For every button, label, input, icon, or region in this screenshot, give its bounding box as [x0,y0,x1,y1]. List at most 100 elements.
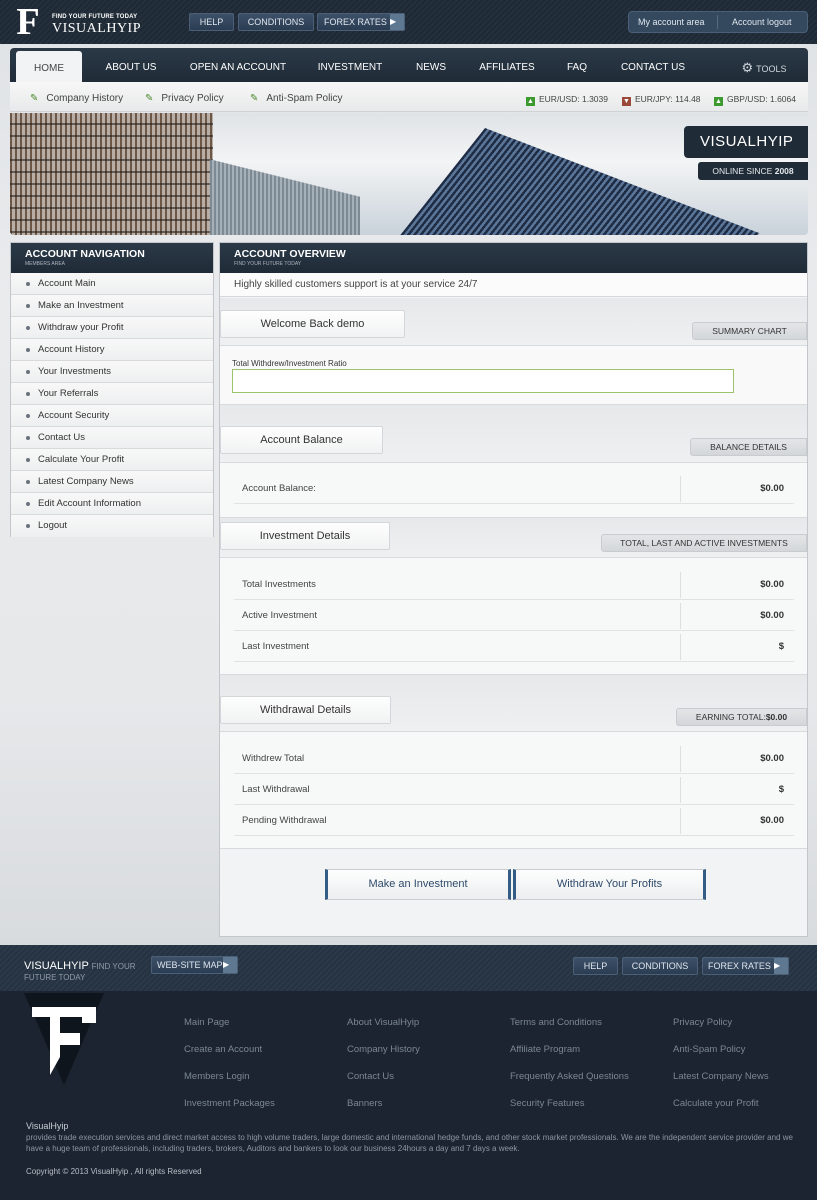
sidebar-title: ACCOUNT NAVIGATION [25,248,145,260]
row-label: Total Investments [242,579,316,590]
logo-name[interactable]: VISUALHYIP [52,21,141,37]
footer-logo-icon [24,993,104,1085]
footer: Main Page Create an Account Members Logi… [0,991,817,1200]
logo-tagline: FIND YOUR FUTURE TODAY [52,14,138,20]
sidebar-item-account-main[interactable]: Account Main [11,273,213,295]
subnav-privacy-policy[interactable]: ✎ Privacy Policy [145,82,224,116]
row-label: Last Investment [242,641,310,652]
sidebar-item-label: Make an Investment [38,300,124,311]
footer-conditions-link[interactable]: CONDITIONS [622,957,698,975]
table-row: Pending Withdrawal $0.00 [234,806,794,836]
sidebar-item-label: Calculate Your Profit [38,454,125,465]
bullet-icon [26,370,30,374]
website-map-button[interactable]: WEB-SITE MAP ▶ [151,956,238,974]
top-help-link[interactable]: HELP [189,13,234,31]
nav-news[interactable]: NEWS [408,48,454,82]
earning-total-value: $0.00 [765,712,788,722]
sidebar-header: ACCOUNT NAVIGATION MEMBERS AREA [11,243,213,273]
nav-contact-us[interactable]: CONTACT US [612,48,694,82]
balance-tab: Account Balance [220,426,383,454]
bullet-icon [26,436,30,440]
sidebar-item-your-investments[interactable]: Your Investments [11,361,213,383]
check-pen-icon: ✎ [250,93,259,104]
footer-link-privacy[interactable]: Privacy Policy [673,1017,732,1028]
top-forex-rates-link[interactable]: FOREX RATES ▶ [317,13,405,31]
footer-link-security[interactable]: Security Features [510,1098,584,1109]
footer-link-create-account[interactable]: Create an Account [184,1044,262,1055]
sidebar-item-contact-us[interactable]: Contact Us [11,427,213,449]
footer-about-text: provides trade execution services and di… [26,1133,793,1153]
sidebar-item-calculate-profit[interactable]: Calculate Your Profit [11,449,213,471]
footer-brand-name: VISUALHYIP [24,960,89,972]
nav-open-account[interactable]: OPEN AN ACCOUNT [182,48,294,82]
sidebar-item-account-history[interactable]: Account History [11,339,213,361]
sidebar-item-label: Your Referrals [38,388,99,399]
ratio-chart [232,369,734,393]
sidebar-item-label: Withdraw your Profit [38,322,124,333]
footer-link-members-login[interactable]: Members Login [184,1071,249,1082]
sidebar-item-account-security[interactable]: Account Security [11,405,213,427]
withdraw-profits-button[interactable]: Withdraw Your Profits [513,869,706,900]
footer-link-anti-spam[interactable]: Anti-Spam Policy [673,1044,745,1055]
main-header: ACCOUNT OVERVIEW FIND YOUR FUTURE TODAY [220,243,807,273]
subnav-company-history[interactable]: ✎ Company History [30,82,123,116]
logo-icon[interactable]: F [10,3,46,41]
row-value: $ [778,784,784,795]
footer-link-main-page[interactable]: Main Page [184,1017,229,1028]
top-conditions-link[interactable]: CONDITIONS [238,13,314,31]
since-label: ONLINE SINCE [712,166,773,176]
sidebar-item-logout[interactable]: Logout [11,515,213,537]
divider [680,634,681,660]
forex-rates-label: FOREX RATES [708,961,771,971]
table-row: Last Withdrawal $ [234,775,794,805]
footer-link-investment-packages[interactable]: Investment Packages [184,1098,275,1109]
row-label: Pending Withdrawal [242,815,327,826]
account-logout-link[interactable]: Account logout [732,12,792,32]
sidebar-item-edit-account[interactable]: Edit Account Information [11,493,213,515]
nav-investment[interactable]: INVESTMENT [312,48,388,82]
footer-forex-rates-link[interactable]: FOREX RATES ▶ [702,957,789,975]
tools-button[interactable]: ⚙ TOOLS [734,48,794,82]
bullet-icon [26,348,30,352]
nav-affiliates[interactable]: AFFILIATES [472,48,542,82]
main-nav: HOME ABOUT US OPEN AN ACCOUNT INVESTMENT… [10,48,808,82]
footer-help-link[interactable]: HELP [573,957,618,975]
row-label: Active Investment [242,610,317,621]
subnav-anti-spam-policy[interactable]: ✎ Anti-Spam Policy [250,82,343,116]
nav-about-us[interactable]: ABOUT US [98,48,164,82]
sidebar-item-label: Account History [38,344,105,355]
bullet-icon [26,414,30,418]
footer-link-faq[interactable]: Frequently Asked Questions [510,1071,629,1082]
sidebar-item-make-investment[interactable]: Make an Investment [11,295,213,317]
bullet-icon [26,502,30,506]
make-investment-button[interactable]: Make an Investment [325,869,511,900]
check-pen-icon: ✎ [145,93,154,104]
sidebar-subtitle: MEMBERS AREA [25,261,66,267]
sub-nav: ✎ Company History ✎ Privacy Policy ✎ Anti-S… [10,82,808,112]
subnav-label: Privacy Policy [161,93,224,104]
table-row: Active Investment $0.00 [234,601,794,631]
footer-link-terms[interactable]: Terms and Conditions [510,1017,602,1028]
row-value: $0.00 [760,483,784,494]
nav-home[interactable]: HOME [16,51,82,82]
sidebar-item-company-news[interactable]: Latest Company News [11,471,213,493]
bullet-icon [26,480,30,484]
footer-link-contact-us[interactable]: Contact Us [347,1071,394,1082]
account-navigation: ACCOUNT NAVIGATION MEMBERS AREA Account … [10,242,214,537]
nav-faq[interactable]: FAQ [562,48,592,82]
divider [680,476,681,502]
footer-link-calculate-profit[interactable]: Calculate your Profit [673,1098,759,1109]
rate-eur-jpy: ▼ EUR/JPY: 114.48 [622,82,701,116]
my-account-area-link[interactable]: My account area [638,12,705,32]
footer-link-company-news[interactable]: Latest Company News [673,1071,769,1082]
footer-link-affiliate-program[interactable]: Affiliate Program [510,1044,580,1055]
footer-link-company-history[interactable]: Company History [347,1044,420,1055]
footer-link-banners[interactable]: Banners [347,1098,382,1109]
building-image-left-floors [10,113,213,235]
bullet-icon [26,282,30,286]
sidebar-item-your-referrals[interactable]: Your Referrals [11,383,213,405]
sidebar-item-withdraw-profit[interactable]: Withdraw your Profit [11,317,213,339]
account-overview: ACCOUNT OVERVIEW FIND YOUR FUTURE TODAY … [219,242,808,937]
since-year: 2008 [774,166,794,176]
footer-link-about[interactable]: About VisualHyip [347,1017,419,1028]
